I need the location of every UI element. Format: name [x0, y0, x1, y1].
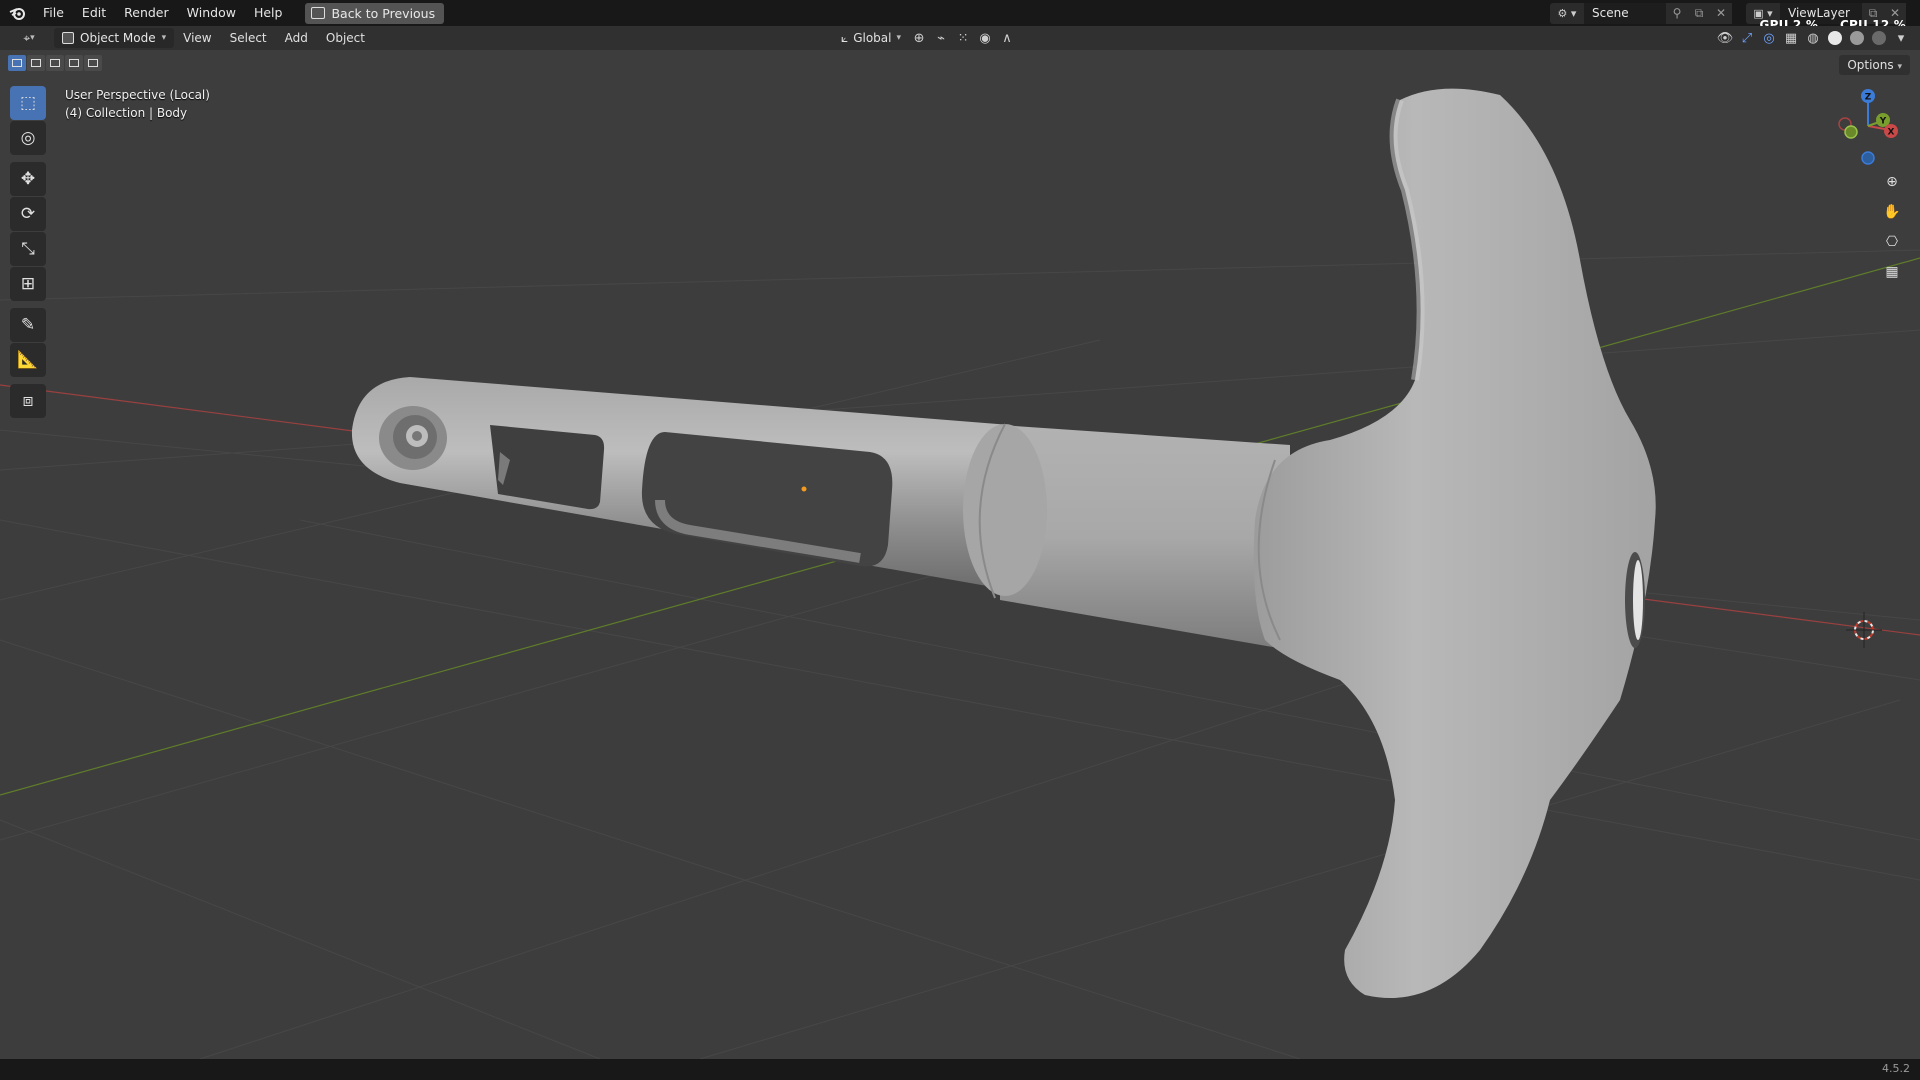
transform-icon[interactable]: ⊞: [10, 267, 46, 301]
camera-icon[interactable]: ⎔: [1880, 230, 1904, 254]
snap-target-icon[interactable]: ⁙: [954, 29, 972, 47]
top-menu-bar: File Edit Render Window Help Back to Pre…: [0, 0, 1920, 32]
select-invert-icon[interactable]: [65, 55, 83, 71]
options-label: Options: [1847, 58, 1894, 72]
scene-name-field[interactable]: Scene: [1584, 2, 1666, 24]
add-cube-icon[interactable]: ⧈: [10, 384, 46, 418]
overlay-icon[interactable]: ◎: [1760, 29, 1778, 47]
shading-tools: 👁 ⤢ ◎ ▦ ◍ ▾: [1716, 28, 1910, 48]
orientation-dropdown[interactable]: ⟀ Global ▾: [836, 28, 906, 48]
wireframe-shading-icon[interactable]: ◍: [1804, 29, 1822, 47]
x-axis-label: X: [1888, 128, 1895, 138]
gizmo-toggle-icon[interactable]: ⤢: [1738, 29, 1756, 47]
solid-shading-icon[interactable]: [1826, 29, 1844, 47]
menu-select[interactable]: Select: [221, 31, 276, 45]
menu-window[interactable]: Window: [178, 2, 245, 24]
visibility-icon[interactable]: 👁: [1716, 29, 1734, 47]
orientation-icon: ⟀: [841, 30, 849, 45]
back-to-previous-label: Back to Previous: [331, 5, 436, 21]
zoom-icon[interactable]: ⊕: [1880, 170, 1904, 194]
menu-file[interactable]: File: [34, 2, 73, 24]
select-new-icon[interactable]: [8, 55, 26, 71]
transform-tools: ⟀ Global ▾ ⊕ ⌁ ⁙ ◉ ∧: [836, 28, 1016, 48]
blender-window: File Edit Render Window Help Back to Pre…: [0, 0, 1920, 1080]
viewport-info: User Perspective (Local) (4) Collection …: [65, 86, 210, 122]
move-icon[interactable]: ✥: [10, 162, 46, 196]
editor-type-icon[interactable]: ⌖ ▾: [6, 28, 52, 48]
mode-dropdown[interactable]: Object Mode ▾: [54, 28, 175, 48]
select-intersect-icon[interactable]: [84, 55, 102, 71]
chevron-down-icon: ▾: [896, 33, 902, 43]
select-subtract-icon[interactable]: [46, 55, 64, 71]
xray-icon[interactable]: ▦: [1782, 29, 1800, 47]
object-mode-icon: [62, 32, 74, 44]
z-axis-label: Z: [1865, 93, 1872, 103]
close-icon[interactable]: ✕: [1710, 2, 1732, 24]
tool-shelf: ⬚ ◎ ✥ ⟳ ⤡ ⊞ ✎ 📐 ⧈: [8, 86, 48, 419]
selection-mode-buttons: [8, 55, 102, 71]
material-shading-icon[interactable]: [1848, 29, 1866, 47]
y-axis-label: Y: [1879, 117, 1887, 127]
status-bar: 4.5.2: [0, 1059, 1920, 1080]
mode-label: Object Mode: [80, 31, 156, 45]
viewport-3d[interactable]: [0, 0, 1920, 1080]
falloff-icon[interactable]: ∧: [998, 29, 1016, 47]
menu-object[interactable]: Object: [317, 31, 374, 45]
fullscreen-back-icon: [311, 7, 326, 19]
menu-view[interactable]: View: [174, 31, 220, 45]
orientation-label: Global: [853, 31, 892, 45]
options-dropdown[interactable]: Options ▾: [1839, 55, 1910, 75]
shading-options-icon[interactable]: ▾: [1892, 29, 1910, 47]
viewport-nav-icons: ⊕ ✋ ⎔ ▦: [1880, 170, 1904, 284]
menu-render[interactable]: Render: [115, 2, 178, 24]
navigation-gizmo[interactable]: Z Y X: [1830, 86, 1910, 166]
blender-logo-icon[interactable]: [0, 0, 34, 26]
version-label: 4.5.2: [1882, 1062, 1910, 1075]
select-box-icon[interactable]: ⬚: [10, 86, 46, 120]
cursor-icon[interactable]: ◎: [10, 121, 46, 155]
perspective-label: User Perspective (Local): [65, 88, 210, 102]
grid-icon[interactable]: ▦: [1880, 260, 1904, 284]
menu-edit[interactable]: Edit: [73, 2, 115, 24]
back-to-previous-button[interactable]: Back to Previous: [305, 2, 445, 24]
snap-toggle-icon[interactable]: ⌁: [932, 29, 950, 47]
proportional-edit-icon[interactable]: ◉: [976, 29, 994, 47]
annotate-icon[interactable]: ✎: [10, 308, 46, 342]
pivot-icon[interactable]: ⊕: [910, 29, 928, 47]
new-scene-icon[interactable]: ⧉: [1688, 2, 1710, 24]
menu-add[interactable]: Add: [276, 31, 317, 45]
pin-icon[interactable]: ⚲: [1666, 2, 1688, 24]
viewport-header: ⌖ ▾ Object Mode ▾ View Select Add Object…: [0, 26, 1920, 50]
chevron-down-icon: ▾: [161, 33, 167, 43]
hand-pan-icon[interactable]: ✋: [1880, 200, 1904, 224]
menu-help[interactable]: Help: [245, 2, 292, 24]
rotate-icon[interactable]: ⟳: [10, 197, 46, 231]
select-extend-icon[interactable]: [27, 55, 45, 71]
scene-icon[interactable]: ⚙ ▾: [1550, 2, 1584, 24]
rendered-shading-icon[interactable]: [1870, 29, 1888, 47]
scale-icon[interactable]: ⤡: [10, 232, 46, 266]
measure-icon[interactable]: 📐: [10, 343, 46, 377]
collection-label: (4) Collection | Body: [65, 106, 188, 120]
scene-selector[interactable]: ⚙ ▾ Scene ⚲ ⧉ ✕: [1550, 2, 1732, 24]
chevron-down-icon: ▾: [1897, 62, 1902, 72]
